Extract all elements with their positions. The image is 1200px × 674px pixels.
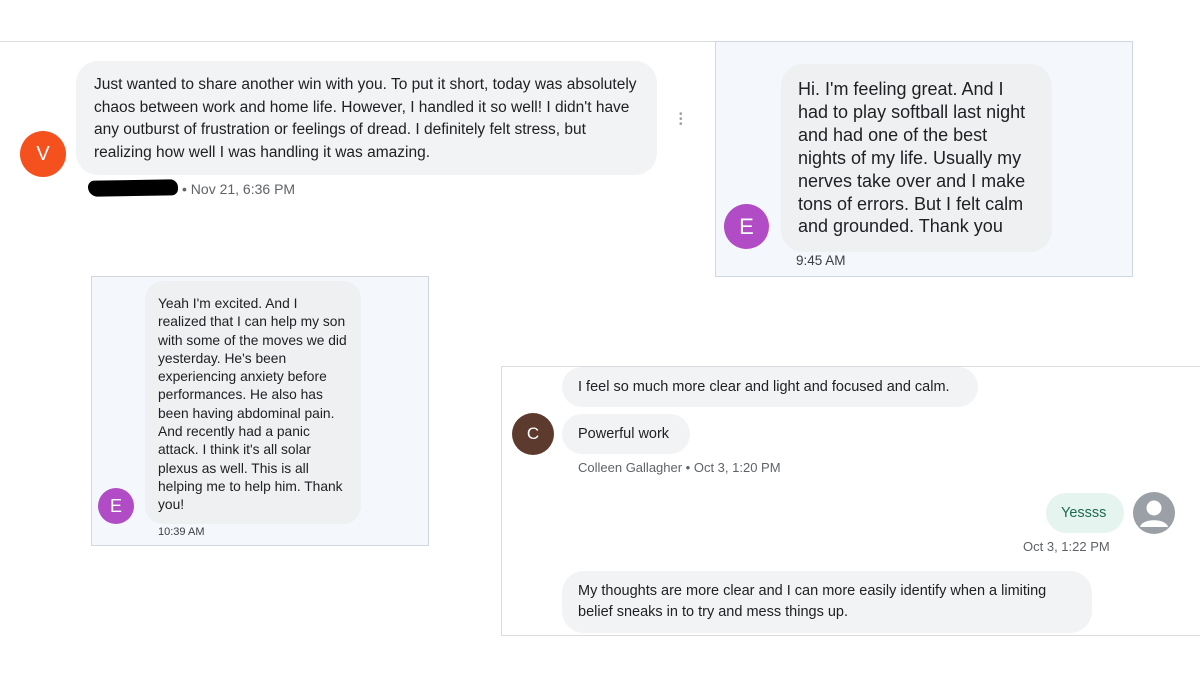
chat-panel-3: Yeah I'm excited. And I realized that I … bbox=[91, 276, 429, 546]
reply-bubble: Yessss bbox=[1046, 493, 1124, 533]
more-options-icon[interactable]: • • • bbox=[679, 110, 683, 130]
person-icon bbox=[1140, 500, 1168, 527]
avatar[interactable]: V bbox=[20, 131, 66, 177]
reply-timestamp: Oct 3, 1:22 PM bbox=[1023, 539, 1110, 554]
chat-panel-4: I feel so much more clear and light and … bbox=[501, 366, 1200, 636]
sender-meta: Colleen Gallagher • Oct 3, 1:20 PM bbox=[578, 460, 781, 475]
message-timestamp: 10:39 AM bbox=[158, 526, 205, 538]
message-bubble: Yeah I'm excited. And I realized that I … bbox=[145, 281, 361, 524]
message-bubble: Powerful work bbox=[562, 414, 690, 454]
avatar[interactable]: E bbox=[98, 488, 134, 524]
chat-panel-1: V Just wanted to share another win with … bbox=[0, 0, 715, 210]
message-timestamp: 9:45 AM bbox=[796, 253, 846, 268]
avatar[interactable]: E bbox=[724, 204, 769, 249]
divider bbox=[0, 41, 715, 42]
message-bubble: I feel so much more clear and light and … bbox=[562, 367, 978, 407]
redacted-sender-name bbox=[87, 179, 179, 197]
message-bubble: My thoughts are more clear and I can mor… bbox=[562, 571, 1092, 633]
avatar[interactable]: C bbox=[512, 413, 554, 455]
message-bubble: Just wanted to share another win with yo… bbox=[76, 61, 657, 175]
message-bubble: Hi. I'm feeling great. And I had to play… bbox=[781, 64, 1052, 252]
message-timestamp: • Nov 21, 6:36 PM bbox=[182, 181, 296, 197]
chat-panel-2: Hi. I'm feeling great. And I had to play… bbox=[715, 41, 1133, 277]
user-avatar-icon[interactable] bbox=[1133, 492, 1175, 534]
